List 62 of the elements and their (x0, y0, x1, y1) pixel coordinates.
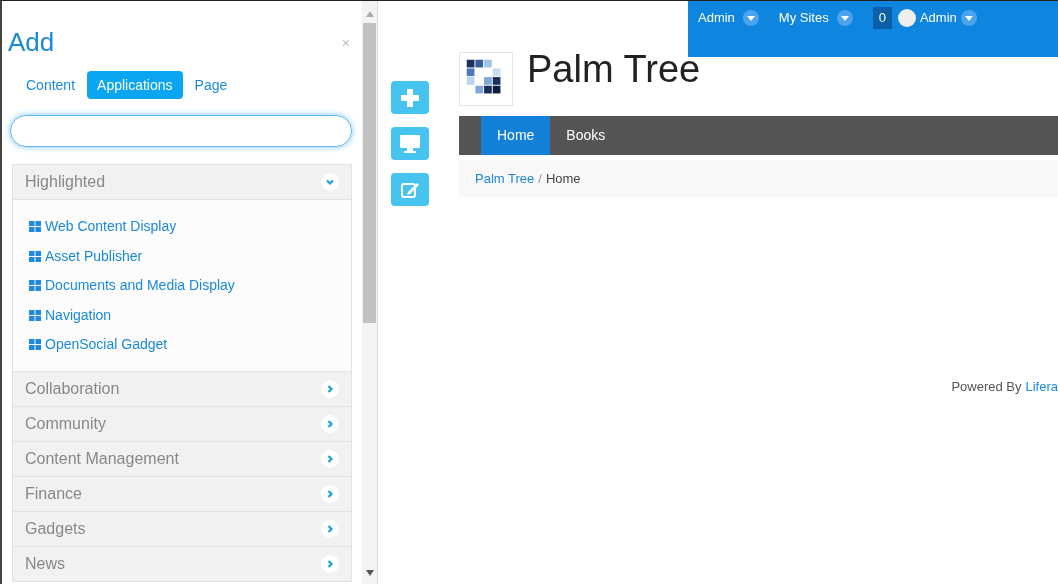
category-header[interactable]: News (12, 545, 352, 582)
close-button[interactable]: × (341, 33, 350, 54)
category-header[interactable]: Community (12, 405, 352, 442)
breadcrumb-separator: / (538, 169, 542, 188)
category-label: Collaboration (25, 378, 120, 399)
chevron-right-icon (321, 554, 339, 573)
category-header[interactable]: Gadgets (12, 510, 352, 547)
application-link[interactable]: Documents and Media Display (13, 271, 351, 301)
grid-icon (29, 221, 41, 233)
footer-text: Powered By (951, 378, 1022, 396)
caret-icon (742, 10, 759, 26)
application-link[interactable]: OpenSocial Gadget (13, 330, 351, 360)
application-link[interactable]: Asset Publisher (13, 241, 351, 271)
chevron-right-icon (321, 484, 339, 503)
category-label: Community (25, 413, 106, 434)
grid-icon (29, 280, 41, 292)
breadcrumb-link[interactable]: Palm Tree (475, 168, 535, 189)
caret-icon (836, 10, 853, 26)
tab[interactable]: Content (16, 71, 86, 99)
chevron-right-icon (321, 379, 339, 398)
footer-link[interactable]: Lifera (1025, 377, 1058, 397)
chevron-right-icon (321, 414, 339, 433)
chevron-right-icon (321, 519, 339, 538)
category-header[interactable]: Collaboration (12, 370, 352, 407)
search-field[interactable] (10, 115, 352, 147)
category-label: Highlighted (25, 172, 106, 192)
chevron-right-icon (321, 449, 339, 468)
grid-icon (29, 339, 41, 351)
category-label: News (25, 553, 65, 574)
avatar-icon (897, 9, 916, 27)
grid-icon (29, 250, 41, 262)
breadcrumb-current: Home (545, 169, 581, 188)
logo-icon (459, 52, 513, 106)
category-header[interactable]: Highlighted (12, 164, 352, 200)
plus-icon (400, 87, 420, 108)
category-label: Gadgets (25, 518, 86, 539)
scroll-up-icon[interactable] (365, 11, 374, 17)
notification-count[interactable]: 0 (872, 7, 892, 29)
tab[interactable]: Page (184, 71, 238, 99)
panel-title: Add (8, 27, 55, 57)
application-link[interactable]: Navigation (13, 300, 351, 330)
application-link[interactable]: Web Content Display (13, 212, 351, 242)
dock-menu[interactable]: Admin (698, 7, 759, 29)
edit-button[interactable] (391, 173, 429, 206)
dock-menu[interactable]: My Sites (778, 7, 853, 29)
chevron-down-icon (321, 173, 339, 191)
nav-tab[interactable]: Books (550, 116, 622, 155)
nav-tab[interactable]: Home (481, 116, 551, 155)
monitor-icon (399, 133, 421, 154)
caret-icon (960, 10, 977, 26)
grid-icon (29, 309, 41, 321)
add-button[interactable] (391, 81, 429, 114)
tab[interactable]: Applications (87, 71, 183, 99)
category-header[interactable]: Content Management (12, 440, 352, 477)
category-header[interactable]: Finance (12, 475, 352, 512)
user-menu[interactable]: Admin (897, 7, 977, 29)
scroll-down-icon[interactable] (365, 570, 374, 576)
preview-button[interactable] (391, 127, 429, 160)
site-title: Palm Tree (527, 47, 701, 91)
scrollbar[interactable] (362, 1, 378, 584)
category-label: Finance (25, 483, 82, 504)
category-label: Content Management (25, 448, 179, 469)
